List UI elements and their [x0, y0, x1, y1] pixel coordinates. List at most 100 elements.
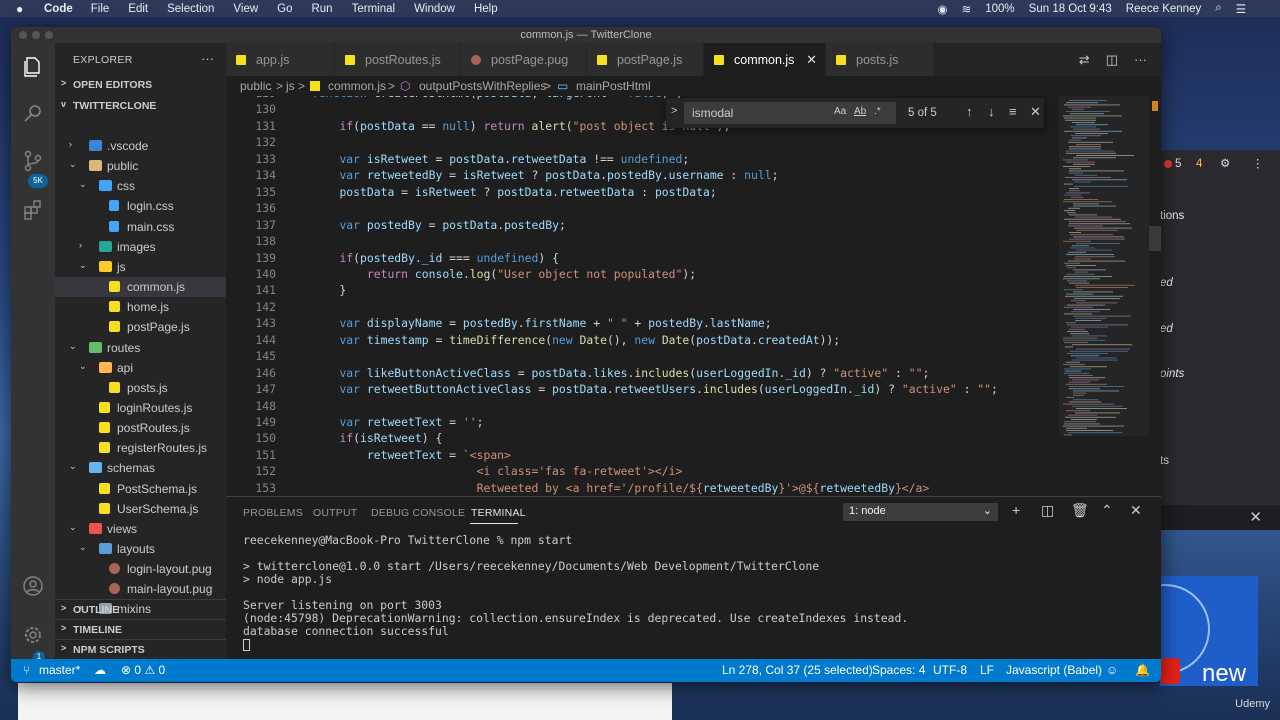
tab-output[interactable]: OUTPUT [313, 507, 357, 519]
language-mode[interactable]: Javascript (Babel) [1006, 663, 1102, 677]
new-terminal-icon[interactable]: + [1012, 502, 1020, 518]
menu-run[interactable]: Run [311, 3, 332, 15]
breadcrumb-js[interactable]: js [286, 79, 295, 93]
tree-item[interactable]: › images [55, 237, 226, 257]
kill-terminal-icon[interactable]: 🗑 [1071, 502, 1089, 519]
tree-item[interactable]: ⌄ layouts [55, 539, 226, 559]
match-case-icon[interactable]: Aa [834, 106, 846, 117]
problems-indicator[interactable]: ⊗ 0 ⚠ 0 [121, 663, 165, 677]
record-icon[interactable]: ◉ [938, 2, 948, 16]
timeline-section[interactable]: > TIMELINE [55, 619, 226, 639]
minimap-viewport[interactable] [1059, 96, 1149, 436]
editor-tab[interactable]: postPage.js [587, 43, 704, 76]
manage-gear-icon[interactable] [21, 623, 45, 647]
more-actions-icon[interactable]: ··· [201, 51, 214, 66]
terminal-select[interactable]: 1: node ⌄ [843, 503, 998, 521]
end-of-line[interactable]: LF [980, 663, 994, 677]
tree-item[interactable]: ⌄ schemas [55, 458, 226, 478]
tree-item[interactable]: postPage.js [55, 317, 226, 337]
tree-item[interactable]: loginRoutes.js [55, 398, 226, 418]
explorer-icon[interactable] [21, 55, 45, 79]
breadcrumb-function[interactable]: outputPostsWithReplies [419, 79, 546, 93]
user-name[interactable]: Reece Kenney [1126, 3, 1201, 15]
tree-item[interactable]: ⌄ routes [55, 338, 226, 358]
editor-scrollbar[interactable] [1149, 96, 1161, 496]
project-section[interactable]: v TWITTERCLONE [55, 96, 226, 116]
source-control-icon[interactable] [21, 149, 45, 173]
tab-debug-console[interactable]: DEBUG CONSOLE [371, 507, 465, 519]
tree-item[interactable]: ⌄ css [55, 176, 226, 196]
encoding[interactable]: UTF-8 [933, 663, 967, 677]
open-editors-section[interactable]: > OPEN EDITORS [55, 75, 226, 95]
tree-item[interactable]: login.css [55, 196, 226, 216]
menu-file[interactable]: File [91, 3, 110, 15]
tab-terminal[interactable]: TERMINAL [471, 507, 526, 519]
apple-icon[interactable]: ● [16, 2, 30, 16]
menu-selection[interactable]: Selection [167, 3, 214, 15]
tree-item[interactable]: postRoutes.js [55, 418, 226, 438]
tree-item[interactable]: main.css [55, 217, 226, 237]
tree-item[interactable]: PostSchema.js [55, 479, 226, 499]
git-branch[interactable]: master* [39, 663, 80, 677]
close-panel-icon[interactable]: ✕ [1130, 502, 1142, 519]
battery-percent[interactable]: 100% [985, 3, 1014, 15]
menu-edit[interactable]: Edit [128, 3, 148, 15]
editor-tab[interactable]: postPage.pug [461, 43, 587, 76]
more-icon[interactable]: ⋮ [1252, 156, 1264, 170]
wifi-icon[interactable]: ≋ [962, 2, 972, 16]
tree-item[interactable]: main-layout.pug [55, 579, 226, 599]
more-actions-icon[interactable]: ··· [1134, 52, 1147, 68]
close-find-icon[interactable]: ✕ [1030, 104, 1041, 120]
tree-item[interactable]: registerRoutes.js [55, 438, 226, 458]
scrollbar-thumb[interactable] [1149, 226, 1161, 251]
notifications-icon[interactable]: 🔔 [1135, 663, 1150, 677]
tree-item[interactable]: › .vscode [55, 136, 226, 156]
search-icon[interactable]: ⌕ [1215, 2, 1221, 15]
tree-item[interactable]: ⌄ views [55, 519, 226, 539]
close-tab-icon[interactable]: ✕ [806, 52, 817, 68]
tree-item[interactable]: login-layout.pug [55, 559, 226, 579]
maximize-panel-icon[interactable]: ⌃ [1101, 502, 1113, 519]
tree-item[interactable]: UserSchema.js [55, 499, 226, 519]
close-icon[interactable]: ✕ [1249, 508, 1262, 526]
regex-icon[interactable]: .* [874, 106, 881, 117]
tree-item[interactable]: posts.js [55, 378, 226, 398]
find-in-selection-icon[interactable]: ≡ [1009, 104, 1017, 119]
tree-item[interactable]: ⌄ api [55, 358, 226, 378]
accounts-icon[interactable] [21, 574, 45, 598]
indentation[interactable]: Spaces: 4 [872, 663, 925, 677]
split-terminal-icon[interactable]: ◫ [1041, 502, 1054, 519]
cursor-position[interactable]: Ln 278, Col 37 (25 selected) [722, 663, 873, 677]
editor-tab[interactable]: postRoutes.js [335, 43, 461, 76]
breadcrumb-public[interactable]: public [240, 79, 271, 93]
tree-item[interactable]: common.js [55, 277, 226, 298]
menu-go[interactable]: Go [277, 3, 292, 15]
menu-view[interactable]: View [233, 3, 258, 15]
menu-help[interactable]: Help [474, 3, 498, 15]
editor-tab[interactable]: common.js ✕ [704, 43, 826, 76]
tree-item[interactable]: ⌄ public [55, 156, 226, 176]
open-changes-icon[interactable]: ⇄ [1079, 52, 1090, 68]
match-word-icon[interactable]: Ab [854, 106, 866, 117]
toggle-replace-icon[interactable]: > [671, 105, 677, 117]
gear-icon[interactable]: ⚙ [1220, 156, 1230, 170]
menu-icon[interactable]: ☰ [1236, 2, 1246, 16]
menu-app-name[interactable]: Code [44, 3, 73, 15]
split-editor-icon[interactable]: ◫ [1106, 52, 1118, 68]
previous-match-icon[interactable]: ↑ [966, 104, 973, 119]
editor-tab[interactable]: posts.js [826, 43, 934, 76]
outline-section[interactable]: > OUTLINE [55, 599, 226, 619]
breadcrumb-variable[interactable]: mainPostHtml [576, 79, 651, 93]
tree-item[interactable]: ⌄ js [55, 257, 226, 277]
clock[interactable]: Sun 18 Oct 9:43 [1029, 3, 1112, 15]
branch-icon[interactable]: ⑂ [23, 663, 30, 677]
sync-icon[interactable]: ☁ [94, 663, 106, 677]
breadcrumb-common-js[interactable]: common.js [328, 79, 386, 93]
search-icon[interactable] [21, 101, 45, 125]
code-editor[interactable]: 129 function createPostHtml(postData, lar… [226, 96, 1161, 496]
minimap[interactable] [1059, 96, 1149, 496]
npm-scripts-section[interactable]: > NPM SCRIPTS [55, 639, 226, 659]
menu-window[interactable]: Window [414, 3, 455, 15]
feedback-icon[interactable]: ☺ [1106, 663, 1118, 677]
extensions-icon[interactable] [21, 198, 45, 222]
